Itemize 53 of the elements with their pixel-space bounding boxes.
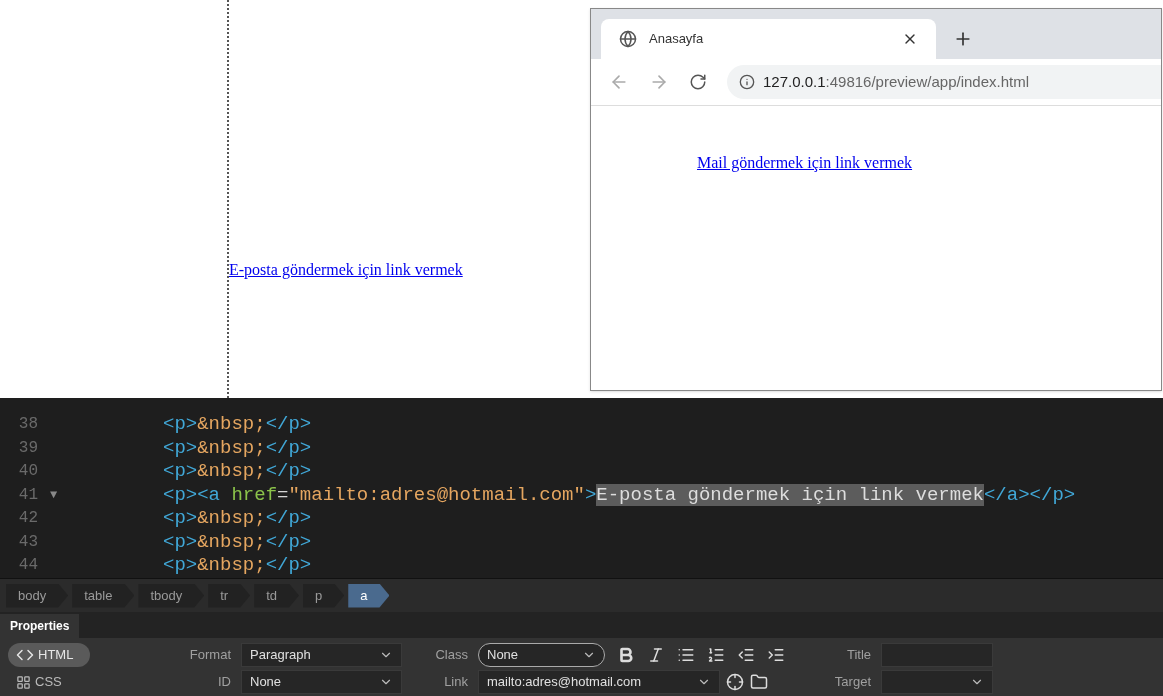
- url-text: 127.0.0.1:49816/preview/app/index.html: [763, 71, 1030, 92]
- id-label: ID: [217, 673, 231, 692]
- outdent-icon[interactable]: [737, 646, 755, 664]
- class-label: Class: [434, 646, 468, 665]
- code-line: <p>&nbsp;</p>: [163, 413, 312, 437]
- italic-icon[interactable]: [647, 646, 665, 664]
- line-number: 44: [17, 555, 38, 576]
- line-number: 40: [17, 461, 38, 482]
- line-number: 39: [17, 437, 38, 459]
- breadcrumb-item[interactable]: td: [254, 583, 299, 608]
- info-icon: [739, 74, 755, 90]
- html-mode-button[interactable]: HTML: [8, 643, 90, 667]
- title-label: Title: [845, 646, 871, 665]
- line-number: 42: [17, 508, 38, 529]
- format-label: Format: [188, 646, 231, 665]
- link-label: Link: [443, 673, 468, 692]
- css-mode-button[interactable]: CSS: [8, 670, 90, 694]
- bold-icon[interactable]: [617, 646, 635, 664]
- grid-icon: [16, 674, 31, 690]
- line-number: 43: [17, 531, 38, 553]
- properties-tab[interactable]: Properties: [0, 614, 80, 638]
- bullet-list-icon[interactable]: [677, 646, 695, 664]
- class-select[interactable]: None: [478, 643, 605, 667]
- breadcrumb-item[interactable]: table: [72, 583, 135, 608]
- breadcrumb-item[interactable]: tbody: [138, 583, 205, 608]
- target-label: Target: [833, 673, 871, 692]
- line-number: 38: [17, 414, 38, 435]
- code-line: <p>&nbsp;</p>: [163, 507, 312, 531]
- email-link[interactable]: E-posta göndermek için link vermek: [229, 261, 463, 278]
- mail-link[interactable]: Mail göndermek için link vermek: [697, 154, 913, 171]
- id-select[interactable]: None: [241, 670, 402, 694]
- code-line: <p>&nbsp;</p>: [163, 460, 312, 484]
- reload-icon[interactable]: [689, 73, 707, 91]
- breadcrumb-item[interactable]: tr: [208, 583, 251, 608]
- code-line: <p>&nbsp;</p>: [163, 530, 312, 554]
- breadcrumb-item[interactable]: p: [303, 583, 345, 608]
- link-field[interactable]: mailto:adres@hotmail.com: [478, 670, 720, 694]
- folder-icon[interactable]: [750, 673, 768, 691]
- tab-title: Anasayfa: [649, 30, 705, 49]
- globe-icon: [619, 30, 637, 48]
- line-number: 41: [17, 484, 38, 506]
- indent-icon[interactable]: [767, 646, 785, 664]
- format-select[interactable]: Paragraph: [241, 643, 402, 667]
- code-line: <p>&nbsp;</p>: [163, 436, 312, 460]
- fold-marker[interactable]: ▼: [50, 487, 58, 502]
- numbered-list-icon[interactable]: [707, 646, 725, 664]
- code-line: <p>&nbsp;</p>: [163, 554, 312, 578]
- code-line: <p><a href="mailto:adres@hotmail.com">E-posta göndermek için link vermek</a></p>: [163, 483, 1076, 507]
- browser-tab[interactable]: Anasayfa: [601, 19, 936, 59]
- breadcrumb-item[interactable]: a: [348, 583, 390, 608]
- address-bar[interactable]: 127.0.0.1:49816/preview/app/index.html: [727, 65, 1161, 99]
- breadcrumb-item[interactable]: body: [6, 583, 69, 608]
- crosshair-icon[interactable]: [726, 673, 744, 691]
